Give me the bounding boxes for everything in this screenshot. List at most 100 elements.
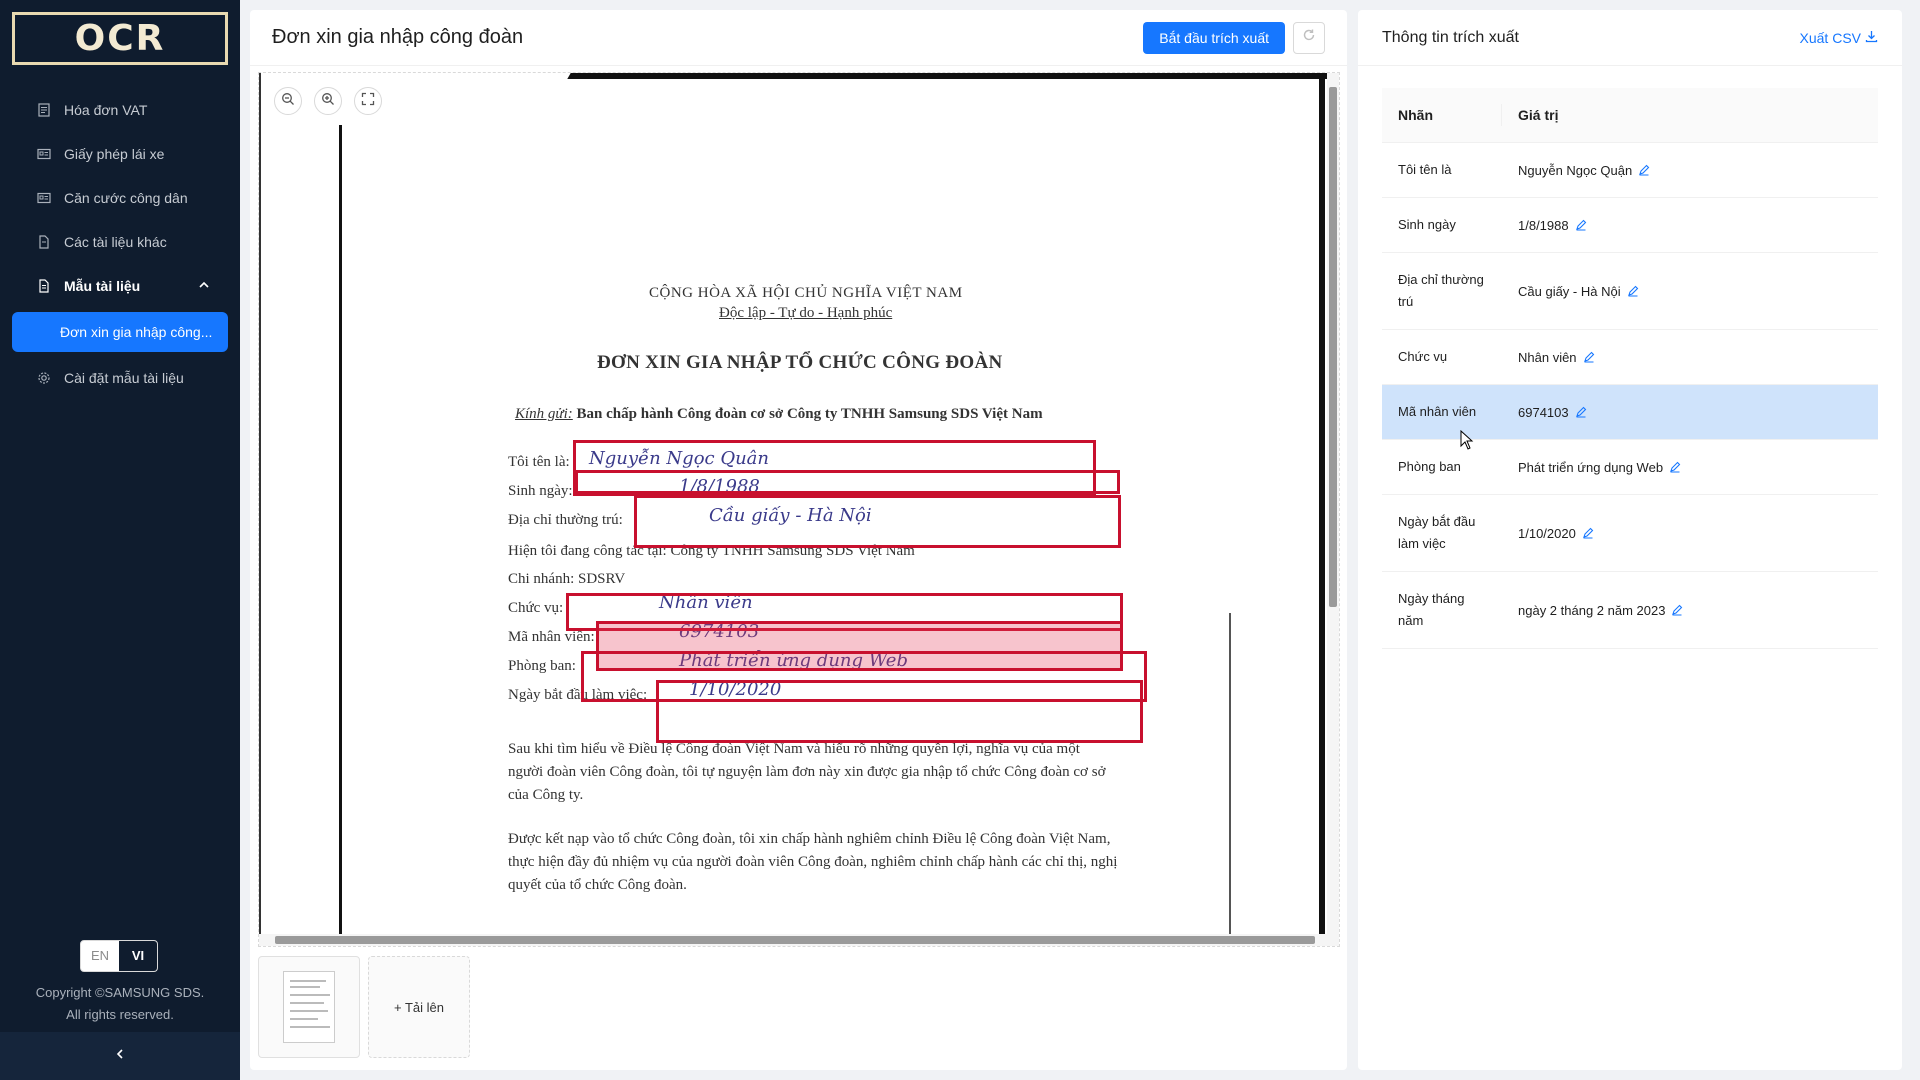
- table-row[interactable]: Ngày bắt đầu làm việc 1/10/2020: [1382, 495, 1878, 572]
- refresh-button[interactable]: [1293, 21, 1325, 54]
- copyright: Copyright ©SAMSUNG SDS. All rights reser…: [0, 982, 240, 1026]
- edit-icon[interactable]: [1669, 461, 1681, 473]
- scanned-document: CỘNG HÒA XÃ HỘI CHỦ NGHĨA VIỆT NAM Độc l…: [259, 73, 1339, 935]
- chevron-left-icon: [114, 1047, 126, 1064]
- fullscreen-button[interactable]: [354, 87, 382, 115]
- edit-icon[interactable]: [1575, 406, 1587, 418]
- vertical-scrollbar[interactable]: [1327, 73, 1339, 935]
- edit-icon[interactable]: [1627, 285, 1639, 297]
- table-row[interactable]: Phòng ban Phát triển ứng dụng Web: [1382, 440, 1878, 495]
- sidebar-item-label: Hóa đơn VAT: [64, 102, 148, 118]
- doc-field-name: Tôi tên là:: [508, 454, 570, 470]
- mouse-cursor: [1460, 429, 1474, 455]
- row-value-cell: Nguyễn Ngọc Quận: [1502, 163, 1650, 178]
- zoom-in-icon: [321, 92, 335, 111]
- sidebar-group-templates[interactable]: Mẫu tài liệu: [0, 264, 240, 308]
- extraction-box-address[interactable]: [634, 495, 1121, 548]
- edit-icon[interactable]: [1575, 219, 1587, 231]
- export-csv-link[interactable]: Xuất CSV: [1800, 30, 1878, 46]
- row-value: Phát triển ứng dụng Web: [1518, 459, 1664, 475]
- row-value-cell: Phát triển ứng dụng Web: [1502, 460, 1681, 475]
- zoom-in-button[interactable]: [314, 87, 342, 115]
- doc-paragraph-2: Được kết nạp vào tổ chức Công đoàn, tôi …: [508, 831, 1118, 893]
- doc-title: ĐƠN XIN GIA NHẬP TỔ CHỨC CÔNG ĐOÀN: [597, 352, 1003, 373]
- scan-border: [259, 73, 261, 935]
- doc-field-department: Phòng ban:: [508, 658, 576, 674]
- doc-field-address: Địa chỉ thường trú:: [508, 512, 623, 528]
- row-value-cell: Cầu giấy - Hà Nội: [1502, 284, 1639, 299]
- sidebar-menu: Hóa đơn VAT Giấy phép lái xe Căn cước cô…: [0, 88, 240, 400]
- extraction-box-dob[interactable]: [575, 470, 1120, 494]
- row-value-cell: 6974103: [1502, 405, 1587, 420]
- row-label: Sinh ngày: [1398, 217, 1456, 232]
- extraction-table: Nhãn Giá trị Tôi tên là Nguyễn Ngọc Quận S…: [1382, 88, 1878, 649]
- row-label: Ngày bắt đầu làm việc: [1398, 514, 1476, 551]
- copyright-line: Copyright ©SAMSUNG SDS.: [35, 985, 205, 1000]
- table-row[interactable]: Ngày tháng năm ngày 2 tháng 2 năm 2023: [1382, 572, 1878, 649]
- doc-paragraph-1: Sau khi tìm hiểu về Điều lệ Công đoàn Vi…: [508, 741, 1106, 803]
- upload-button[interactable]: + Tải lên: [368, 956, 470, 1058]
- sidebar-item-driver-license[interactable]: Giấy phép lái xe: [0, 132, 240, 176]
- horizontal-scrollbar[interactable]: [259, 934, 1339, 946]
- scan-border: [339, 125, 342, 935]
- scrollbar-thumb[interactable]: [275, 936, 1315, 944]
- table-row[interactable]: Mã nhân viên 6974103: [1382, 385, 1878, 440]
- doc-header-motto: Độc lập - Tự do - Hạnh phúc: [719, 305, 893, 321]
- zoom-out-button[interactable]: [274, 87, 302, 115]
- extracted-info-panel: Thông tin trích xuất Xuất CSV Nhãn Giá t…: [1358, 10, 1902, 1070]
- sidebar-item-label: Đơn xin gia nhập công...: [60, 324, 213, 340]
- edit-icon[interactable]: [1582, 527, 1594, 539]
- row-value-cell: 1/10/2020: [1502, 526, 1594, 541]
- gear-icon: [36, 370, 52, 386]
- doc-field-employee-id: Mã nhân viên:: [508, 629, 595, 645]
- edit-icon[interactable]: [1583, 351, 1595, 363]
- table-row[interactable]: Chức vụ Nhân viên: [1382, 330, 1878, 385]
- row-value: Cầu giấy - Hà Nội: [1518, 283, 1621, 299]
- row-value: 1/8/1988: [1518, 217, 1569, 233]
- zoom-toolbar: [274, 87, 382, 115]
- sidebar-item-other-docs[interactable]: Các tài liệu khác: [0, 220, 240, 264]
- row-label: Chức vụ: [1398, 349, 1448, 364]
- page-thumbnail[interactable]: [258, 956, 360, 1058]
- table-row[interactable]: Tôi tên là Nguyễn Ngọc Quận: [1382, 143, 1878, 198]
- doc-field-position: Chức vụ:: [508, 600, 564, 616]
- row-label: Mã nhân viên: [1398, 404, 1477, 419]
- app-logo: OCR: [12, 12, 228, 65]
- document-viewer[interactable]: CỘNG HÒA XÃ HỘI CHỦ NGHĨA VIỆT NAM Độc l…: [258, 72, 1340, 947]
- column-header-value: Giá trị: [1518, 107, 1559, 123]
- download-icon: [1865, 30, 1878, 46]
- edit-icon[interactable]: [1638, 164, 1650, 176]
- scrollbar-thumb[interactable]: [1329, 87, 1337, 607]
- sidebar-item-citizen-id[interactable]: Căn cước công dân: [0, 176, 240, 220]
- zoom-out-icon: [281, 92, 295, 111]
- scan-border: [567, 73, 1339, 79]
- table-header: Nhãn Giá trị: [1382, 88, 1878, 143]
- row-value-cell: Nhân viên: [1502, 350, 1595, 365]
- invoice-icon: [36, 102, 52, 118]
- table-row[interactable]: Địa chỉ thường trú Cầu giấy - Hà Nội: [1382, 253, 1878, 330]
- id-card-icon: [36, 190, 52, 206]
- id-card-icon: [36, 146, 52, 162]
- row-label: Ngày tháng năm: [1398, 591, 1465, 628]
- extraction-box-start-date[interactable]: [656, 680, 1143, 743]
- doc-header-national: CỘNG HÒA XÃ HỘI CHỦ NGHĨA VIỆT NAM: [649, 285, 963, 301]
- sidebar-item-vat-invoice[interactable]: Hóa đơn VAT: [0, 88, 240, 132]
- edit-icon[interactable]: [1671, 604, 1683, 616]
- document-panel: Đơn xin gia nhập công đoàn Bắt đầu trích…: [250, 10, 1347, 1070]
- doc-kinh-gui: Kính gửi:: [515, 406, 573, 422]
- sidebar-item-union-application[interactable]: Đơn xin gia nhập công...: [12, 312, 228, 352]
- lang-en-option[interactable]: EN: [81, 941, 119, 971]
- copyright-line: All rights reserved.: [66, 1007, 174, 1022]
- lang-vi-option[interactable]: VI: [119, 941, 157, 971]
- row-label: Tôi tên là: [1398, 162, 1452, 177]
- table-row[interactable]: Sinh ngày 1/8/1988: [1382, 198, 1878, 253]
- start-extraction-button[interactable]: Bắt đầu trích xuất: [1143, 21, 1285, 54]
- row-value-cell: 1/8/1988: [1502, 218, 1587, 233]
- sidebar: OCR Hóa đơn VAT Giấy phép lái xe Căn cướ…: [0, 0, 240, 1080]
- table-body: Tôi tên là Nguyễn Ngọc Quận Sinh ngày 1/8/1…: [1382, 143, 1878, 649]
- collapse-sidebar-button[interactable]: [0, 1032, 240, 1080]
- row-value: Nhân viên: [1518, 349, 1577, 365]
- doc-recipient-name: Ban chấp hành Công đoàn cơ sở Công ty TN…: [572, 406, 1043, 422]
- row-label: Địa chỉ thường trú: [1398, 272, 1484, 309]
- sidebar-item-template-settings[interactable]: Cài đặt mẫu tài liệu: [0, 356, 240, 400]
